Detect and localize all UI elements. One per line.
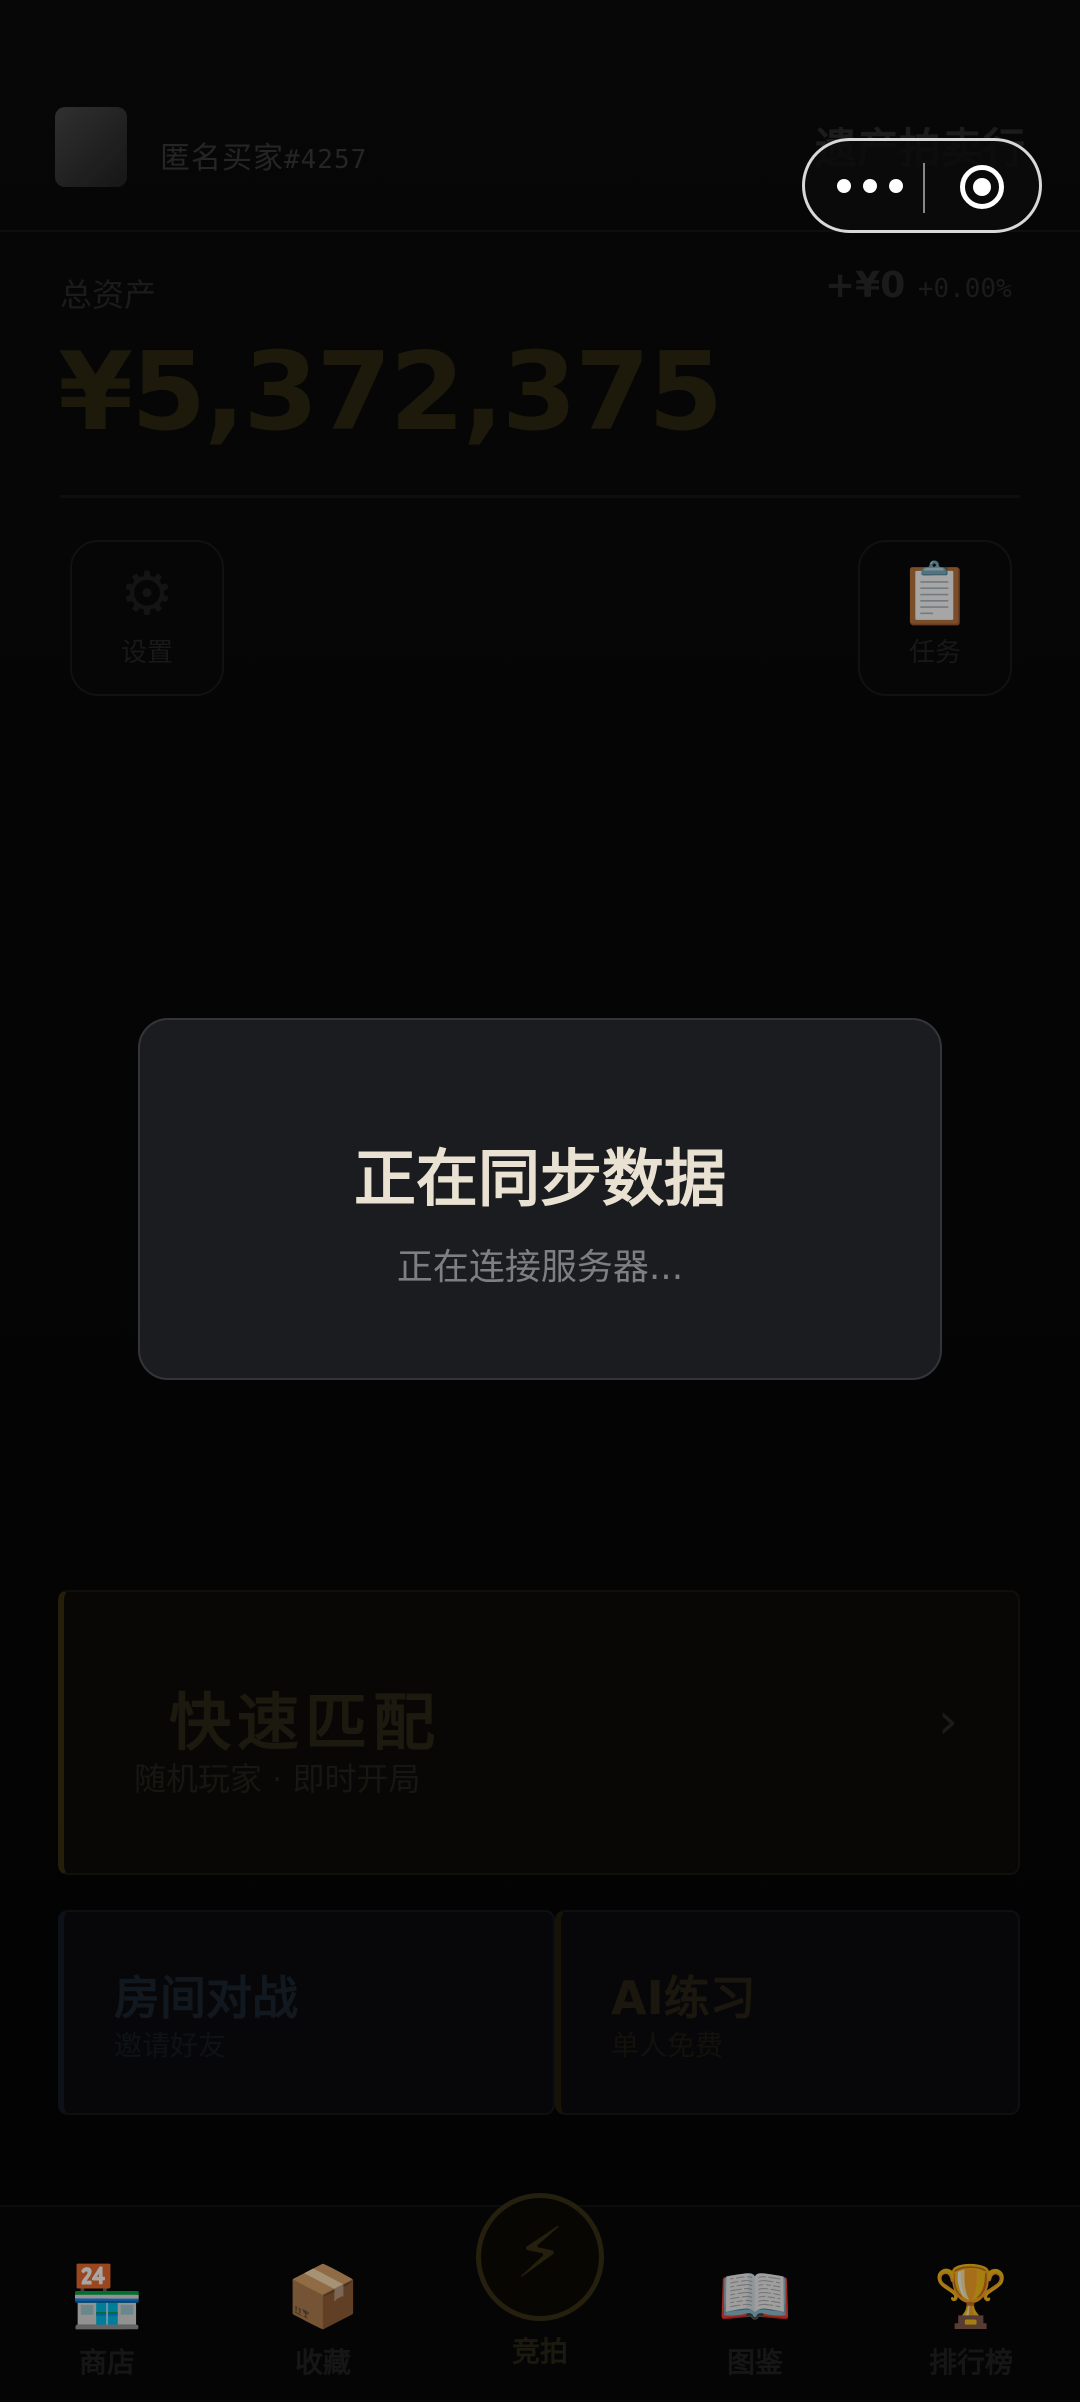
mini-program-capsule — [802, 138, 1042, 233]
dialog-title: 正在同步数据 — [353, 1142, 726, 1215]
target-icon — [973, 178, 991, 196]
capsule-divider — [923, 163, 925, 213]
sync-loading-dialog: 正在同步数据 正在连接服务器... — [138, 1018, 942, 1380]
more-options-button[interactable] — [837, 171, 907, 201]
close-mini-program-button[interactable] — [960, 165, 1004, 209]
dot-icon — [837, 179, 851, 193]
dot-icon — [863, 179, 877, 193]
dot-icon — [889, 179, 903, 193]
dialog-subtitle: 正在连接服务器... — [396, 1247, 684, 1288]
